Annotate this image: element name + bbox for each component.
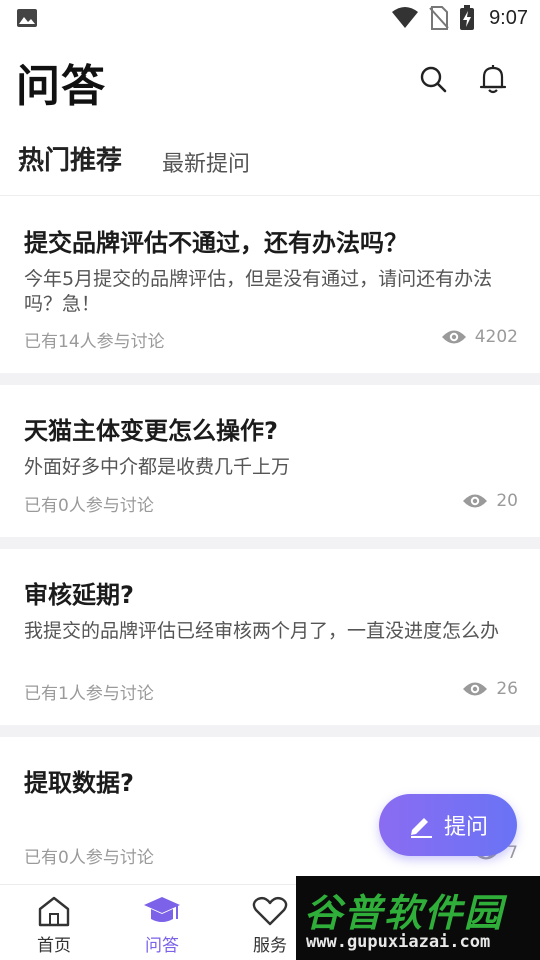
tab-hot-recommend[interactable]: 热门推荐 <box>18 140 123 177</box>
question-title: 天猫主体变更怎么操作? <box>24 417 278 445</box>
question-card[interactable]: 提交品牌评估不通过，还有办法吗？ 今年5月提交的品牌评估，但是没有通过，请问还有… <box>0 197 540 373</box>
nav-label: 首页 <box>37 936 71 956</box>
question-description: 今年5月提交的品牌评估，但是没有通过，请问还有办法吗？急！ <box>24 268 493 315</box>
view-count-value: 26 <box>496 679 518 699</box>
nav-item-home[interactable]: 首页 <box>14 895 94 956</box>
wifi-icon <box>392 7 419 28</box>
nav-label: 问答 <box>145 936 179 956</box>
card-divider <box>0 725 540 737</box>
status-bar: 9:07 <box>0 0 540 36</box>
question-description: 外面好多中介都是收费几千上万 <box>24 456 291 478</box>
no-sim-icon <box>429 6 449 30</box>
view-count-value: 20 <box>496 491 518 511</box>
card-divider <box>0 373 540 385</box>
ask-question-button[interactable]: 提问 <box>379 794 517 856</box>
participants-count: 已有1人参与讨论 <box>24 684 154 704</box>
tab-label: 最新提问 <box>162 152 251 177</box>
tab-label: 热门推荐 <box>18 146 123 176</box>
gallery-icon <box>17 9 37 27</box>
watermark-logo: 谷普软件园 www.gupuxiazai.com <box>296 876 540 960</box>
eye-icon <box>463 682 488 696</box>
view-count-value: 4202 <box>474 327 518 347</box>
question-card[interactable]: 天猫主体变更怎么操作? 外面好多中介都是收费几千上万 已有0人参与讨论 20 <box>0 385 540 537</box>
card-divider <box>0 537 540 549</box>
question-title: 提取数据? <box>24 769 134 797</box>
participants-count: 已有14人参与讨论 <box>24 332 165 352</box>
battery-charging-icon <box>460 5 475 30</box>
bell-icon <box>479 65 507 94</box>
graduation-cap-icon <box>144 897 180 922</box>
participants-count: 已有0人参与讨论 <box>24 496 154 516</box>
question-card[interactable]: 审核延期? 我提交的品牌评估已经审核两个月了，一直没进度怎么办 已有1人参与讨论… <box>0 549 540 725</box>
home-icon <box>38 896 70 927</box>
eye-icon <box>441 330 466 344</box>
page-title: 问答 <box>16 61 106 112</box>
watermark-en: www.gupuxiazai.com <box>306 932 491 952</box>
ask-question-label: 提问 <box>443 815 488 840</box>
participants-count: 已有0人参与讨论 <box>24 848 154 868</box>
search-button[interactable] <box>416 62 450 96</box>
pencil-icon <box>410 818 432 838</box>
status-time: 9:07 <box>489 6 528 29</box>
notifications-button[interactable] <box>476 62 510 96</box>
nav-item-qa[interactable]: 问答 <box>122 895 202 956</box>
watermark-cn: 谷普软件园 <box>304 891 505 935</box>
view-count: 4202 <box>441 327 518 347</box>
view-count: 26 <box>462 679 518 699</box>
question-title: 提交品牌评估不通过，还有办法吗？ <box>24 229 408 257</box>
search-icon <box>420 66 447 93</box>
question-title: 审核延期? <box>24 581 134 609</box>
eye-icon <box>463 494 488 508</box>
nav-label: 服务 <box>253 936 287 956</box>
heart-icon <box>252 896 288 926</box>
tab-latest-questions[interactable]: 最新提问 <box>162 146 250 178</box>
tab-bar: 热门推荐 最新提问 <box>0 140 540 196</box>
question-description: 我提交的品牌评估已经审核两个月了，一直没进度怎么办 <box>24 620 500 642</box>
status-icons: 9:07 <box>391 4 528 32</box>
view-count: 20 <box>462 491 518 511</box>
